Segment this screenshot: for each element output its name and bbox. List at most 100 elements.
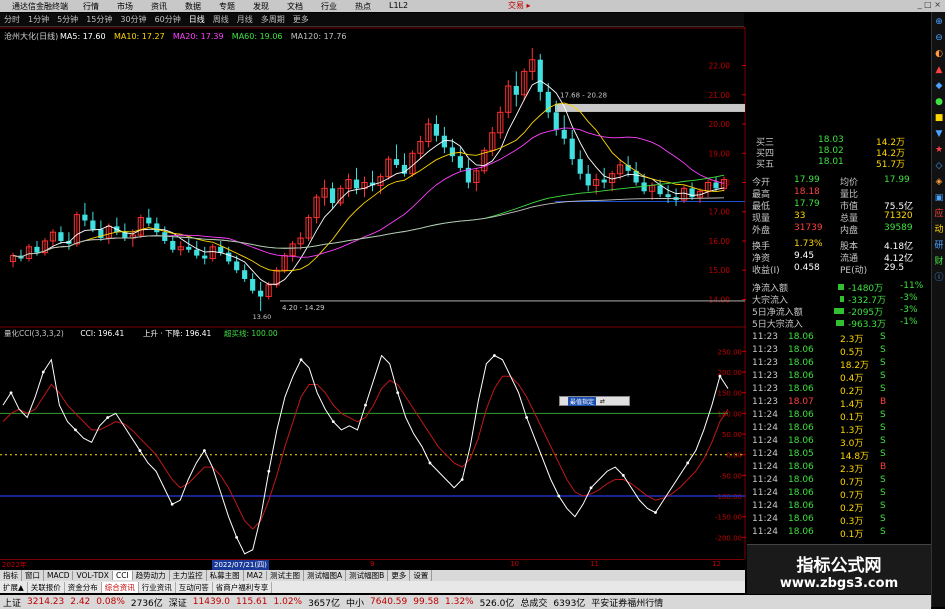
period-tab[interactable]: 5分钟 (53, 14, 82, 25)
tick-row: 11:23 18.06 0.2万 S (748, 384, 931, 397)
side-tool-icon[interactable]: ⓘ (933, 272, 945, 284)
side-tool-icon[interactable]: ★ (933, 144, 945, 156)
side-tool-icon[interactable]: ◈ (933, 176, 945, 188)
side-tool-icon[interactable]: ▼ (933, 128, 945, 140)
tick-price: 18.06 (788, 423, 814, 433)
side-tool-icon[interactable]: ◐ (933, 48, 945, 60)
candle (58, 226, 64, 244)
indicator-tab[interactable]: MA2 (244, 571, 268, 580)
tick-vol: 0.1万 (840, 530, 864, 540)
indicator-tab[interactable]: 主力监控 (170, 570, 207, 581)
indicator-tab[interactable]: 测试幅图B (346, 570, 389, 581)
candle (680, 185, 688, 203)
cci-point (138, 449, 142, 452)
side-tool-icon[interactable]: 动 (933, 224, 945, 236)
trade-button[interactable]: 交易 ▸ (508, 0, 531, 11)
period-tab[interactable]: 30分钟 (116, 14, 150, 25)
stat-cell: PE(动) (840, 266, 868, 276)
indicator-tab[interactable]: 设置 (410, 570, 433, 581)
indicator-tab[interactable]: 私募主图 (207, 570, 244, 581)
indicator-tab[interactable]: 更多 (388, 570, 411, 581)
period-tab[interactable]: 月线 (233, 14, 257, 25)
side-tool-icon[interactable]: ⊖ (933, 32, 945, 44)
side-tool-icon[interactable]: 研 (933, 240, 945, 252)
stat-row: 今开 17.99 均价 17.99 (748, 175, 931, 188)
menu-item[interactable]: 行情 (74, 1, 108, 12)
period-tab[interactable]: 更多 (289, 14, 313, 25)
indicator-tab[interactable]: 趋势动力 (133, 570, 170, 581)
price-label: 22.00 (709, 62, 731, 71)
watermark: 指标公式网 www.zbgs3.com (747, 544, 931, 594)
indicator-tab[interactable]: 指标 (0, 570, 22, 581)
bottom-tab[interactable]: 省商户福利专享 (213, 581, 273, 593)
indicator-tab[interactable]: CCI (112, 571, 133, 580)
indicator-tab[interactable]: MACD (44, 571, 74, 580)
cci-point (686, 461, 690, 465)
app-title: 通达信金融终端 (12, 1, 68, 11)
indicator-tab[interactable]: 测试主图 (267, 570, 305, 581)
price-label: 19.00 (709, 149, 731, 158)
period-tab[interactable]: 分时 (0, 14, 24, 25)
side-tool-icon[interactable]: ● (933, 96, 945, 108)
bottom-tab[interactable]: 综合资讯 (101, 581, 139, 593)
candle (305, 214, 312, 241)
menu-item[interactable]: 资讯 (142, 1, 176, 12)
period-tab[interactable]: 周线 (209, 14, 233, 25)
side-tool-icon[interactable]: ▣ (933, 192, 945, 204)
extreme-popup[interactable]: 最值指定 ⇄ (559, 396, 630, 406)
menu-item[interactable]: 专题 (210, 1, 244, 12)
period-tab[interactable]: 60分钟 (151, 14, 185, 25)
tick-vol: 18.2万 (840, 361, 870, 371)
chart-area[interactable]: 沧州大化(日线) MA5: 17.60 MA10: 17.27 MA20: 17.39… (0, 27, 746, 559)
indicator-tab[interactable]: 测试幅图A (304, 570, 347, 581)
stat-row: 收益(Ⅰ) 0.458 PE(动) 29.5 (748, 263, 931, 276)
bottom-tab[interactable]: 行业资讯 (139, 581, 176, 593)
bottom-tab[interactable]: 关联报价 (28, 581, 65, 593)
period-tab[interactable]: 日线 (185, 14, 209, 25)
tick-time: 11:24 (752, 436, 778, 446)
flow-row: 净流入额 -1480万 -11% (748, 281, 931, 294)
period-tab[interactable]: 15分钟 (82, 14, 116, 25)
flow-pct: -3% (900, 305, 918, 315)
tick-vol: 0.3万 (840, 517, 864, 527)
indicator-tab[interactable]: VOL-TDX (73, 571, 113, 580)
menu-item[interactable]: 数据 (176, 1, 210, 12)
menu-item[interactable]: 文档 (278, 1, 312, 12)
tick-time: 11:24 (752, 488, 778, 498)
candle (577, 150, 583, 180)
side-tool-icon[interactable]: 应 (933, 208, 945, 220)
popup-icon[interactable]: ⇄ (600, 398, 605, 405)
stat-row: 换手 1.73% 股本 4.18亿 (748, 239, 931, 252)
cci-label: 上升 · 下降: 196.41 (143, 328, 212, 338)
menu-item[interactable]: 市场 (108, 1, 142, 12)
candle (537, 53, 543, 101)
menu-item[interactable]: 行业 (312, 1, 346, 12)
period-tab[interactable]: 多周期 (257, 14, 289, 25)
side-tool-icon[interactable]: ◇ (933, 160, 945, 172)
indicator-tab[interactable]: 窗口 (22, 570, 44, 581)
period-tab[interactable]: 1分钟 (24, 14, 53, 25)
side-tool-icon[interactable]: ⊕ (933, 16, 945, 28)
status-item: 526.0亿 (479, 598, 515, 609)
window-controls[interactable]: _ □ × (918, 0, 941, 9)
tick-row: 11:24 18.05 14.8万 S (748, 449, 931, 462)
menu-item[interactable]: 发现 (244, 1, 278, 12)
candle (242, 264, 248, 282)
ma-label: MA10: 17.27 (114, 32, 165, 41)
side-tool-icon[interactable]: 财 (933, 256, 945, 268)
bottom-tab[interactable]: 扩展▲ (0, 581, 28, 593)
side-tool-icon[interactable]: ◆ (933, 80, 945, 92)
status-item: 上证 (3, 598, 22, 609)
ma-label: MA5: 17.60 (60, 32, 106, 41)
menu-item[interactable]: 热点 (346, 1, 380, 12)
bottom-tab[interactable]: 互动问答 (176, 581, 213, 593)
stock-name: 沧州大化(日线) (4, 31, 58, 41)
date-axis: 2022年 2022/07/21(四) 9 10 11 12 (0, 559, 744, 570)
menu-item[interactable]: L1L2 (380, 1, 417, 12)
side-tool-icon[interactable]: ▲ (933, 64, 945, 76)
cci-point (525, 416, 529, 419)
side-tool-icon[interactable]: ■ (933, 112, 945, 124)
bottom-tab[interactable]: 资金分布 (65, 581, 102, 593)
period-toolbar: 分时 1分钟 5分钟 15分钟 30分钟 60分钟 日线 周线 月线 多周期 更多 (0, 13, 744, 27)
ma-label: MA120: 17.76 (291, 32, 347, 41)
